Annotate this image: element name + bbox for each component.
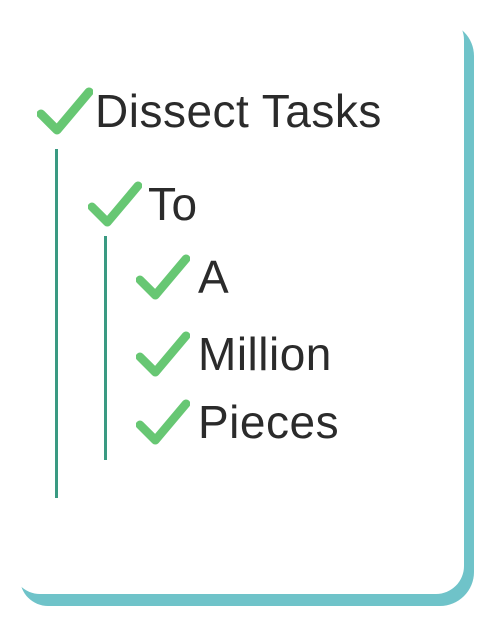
check-icon xyxy=(88,181,142,227)
rail-level-1 xyxy=(55,149,58,498)
check-icon xyxy=(136,399,190,445)
rail-level-2 xyxy=(104,236,107,460)
check-icon xyxy=(136,331,190,377)
list-item-a: A xyxy=(136,253,229,301)
list-item-million: Million xyxy=(136,330,332,378)
list-item-to: To xyxy=(88,180,198,228)
task-hierarchy-graphic: Dissect Tasks To A Million Pieces xyxy=(0,0,486,620)
item-label: To xyxy=(148,178,198,230)
list-item-dissect-tasks: Dissect Tasks xyxy=(37,86,382,136)
item-label: A xyxy=(198,251,230,303)
list-item-pieces: Pieces xyxy=(136,398,339,446)
check-icon xyxy=(136,254,190,300)
item-label: Dissect Tasks xyxy=(95,85,382,137)
check-icon xyxy=(37,87,93,135)
item-label: Million xyxy=(198,328,332,380)
item-label: Pieces xyxy=(198,396,340,448)
